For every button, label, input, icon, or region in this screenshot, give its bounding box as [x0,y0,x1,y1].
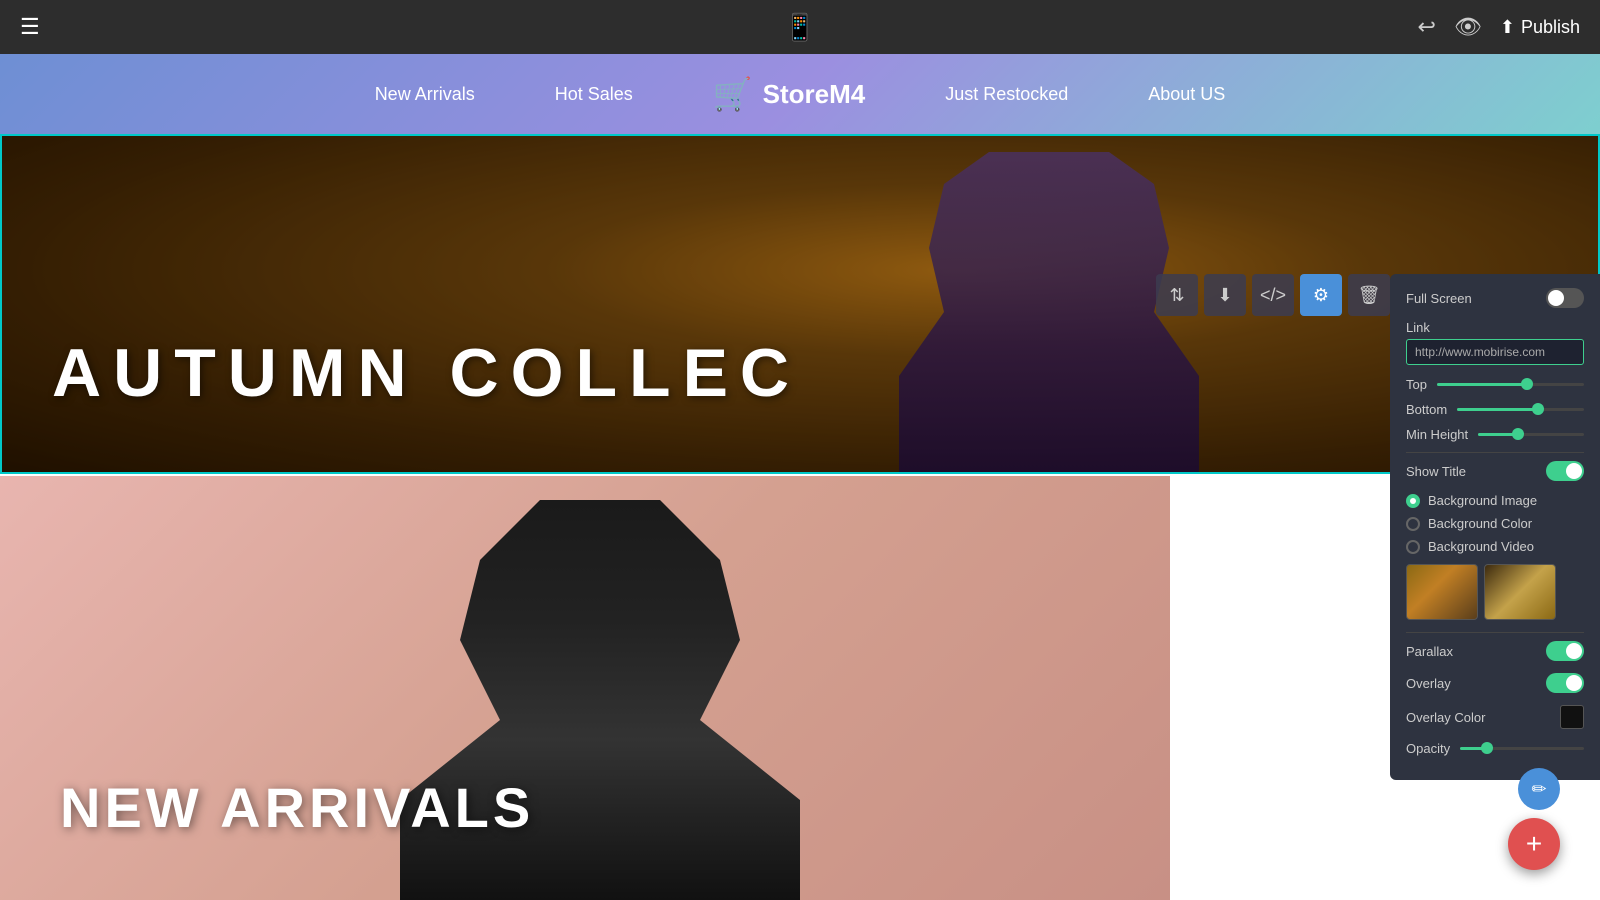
min-height-slider-fill [1478,433,1515,436]
divider-2 [1406,632,1584,633]
top-slider-thumb [1521,378,1533,390]
fullscreen-toggle-track [1546,288,1584,308]
fullscreen-label: Full Screen [1406,291,1472,306]
fullscreen-toggle-thumb [1548,290,1564,306]
fullscreen-toggle[interactable] [1546,288,1584,308]
nav-bar: New Arrivals Hot Sales 🛒 StoreM4 Just Re… [0,54,1600,134]
background-color-row[interactable]: Background Color [1406,516,1584,531]
bottom-row: Bottom [1406,402,1584,417]
top-slider-fill [1437,383,1525,386]
toolbar-right: ↩ 👁 ⬆ Publish [1417,14,1580,40]
fullscreen-row: Full Screen [1406,288,1584,308]
download-button[interactable]: ⬇ [1204,274,1246,316]
top-row: Top [1406,377,1584,392]
divider-1 [1406,452,1584,453]
top-label: Top [1406,377,1427,392]
background-image-radio[interactable] [1406,494,1420,508]
top-slider[interactable] [1437,383,1584,386]
link-label: Link [1406,320,1584,335]
background-image-row[interactable]: Background Image [1406,493,1584,508]
thumbnail-container [1406,564,1584,620]
background-image-label: Background Image [1428,493,1537,508]
background-video-label: Background Video [1428,539,1534,554]
background-video-radio[interactable] [1406,540,1420,554]
reorder-button[interactable]: ⇅ [1156,274,1198,316]
phone-device-icon[interactable]: 📱 [784,12,816,42]
background-video-row[interactable]: Background Video [1406,539,1584,554]
opacity-row: Opacity [1406,741,1584,756]
code-button[interactable]: </> [1252,274,1294,316]
min-height-slider[interactable] [1478,433,1584,436]
add-fab[interactable]: + [1508,818,1560,870]
thumbnail-2[interactable] [1484,564,1556,620]
delete-button[interactable]: 🗑 [1348,274,1390,316]
overlay-color-swatch[interactable] [1560,705,1584,729]
bottom-slider-thumb [1532,403,1544,415]
parallax-toggle[interactable] [1546,641,1584,661]
overlay-row: Overlay [1406,673,1584,693]
parallax-toggle-thumb [1566,643,1582,659]
overlay-toggle-thumb [1566,675,1582,691]
main-content: AUTUMN COLLEC ⇅ ⬇ </> ⚙ 🗑 NEW ARRIVALS F… [0,134,1600,900]
show-title-toggle-thumb [1566,463,1582,479]
undo-icon[interactable]: ↩ [1417,14,1435,40]
opacity-slider[interactable] [1460,747,1584,750]
min-height-row: Min Height [1406,427,1584,442]
opacity-slider-thumb [1481,742,1493,754]
top-toolbar: ☰ 📱 ↩ 👁 ⬆ Publish [0,0,1600,54]
min-height-slider-thumb [1512,428,1524,440]
nav-item-about-us[interactable]: About US [1148,84,1225,105]
toolbar-center: 📱 [784,12,816,43]
hero-title: AUTUMN COLLEC [52,334,801,412]
settings-button[interactable]: ⚙ [1300,274,1342,316]
overlay-toggle[interactable] [1546,673,1584,693]
overlay-color-row: Overlay Color [1406,705,1584,729]
edit-fab[interactable]: ✏ [1518,768,1560,810]
cart-icon: 🛒 [713,75,753,113]
background-color-label: Background Color [1428,516,1532,531]
nav-item-just-restocked[interactable]: Just Restocked [945,84,1068,105]
hero-person-silhouette [899,152,1199,472]
edit-pencil-icon: ✏ [1531,779,1546,800]
parallax-row: Parallax [1406,641,1584,661]
bottom-label: Bottom [1406,402,1447,417]
show-title-toggle[interactable] [1546,461,1584,481]
add-plus-icon: + [1526,828,1542,860]
show-title-row: Show Title [1406,461,1584,481]
nav-item-hot-sales[interactable]: Hot Sales [555,84,633,105]
parallax-toggle-track [1546,641,1584,661]
new-arrivals-title: NEW ARRIVALS [60,775,534,840]
section-toolbar: ⇅ ⬇ </> ⚙ 🗑 [1156,274,1390,316]
parallax-label: Parallax [1406,644,1453,659]
hamburger-icon[interactable]: ☰ [20,14,40,40]
lower-section: NEW ARRIVALS [0,476,1170,900]
toolbar-left: ☰ [20,14,40,40]
publish-label: Publish [1521,17,1580,38]
link-input[interactable] [1406,339,1584,365]
overlay-label: Overlay [1406,676,1451,691]
overlay-color-label: Overlay Color [1406,710,1485,725]
opacity-label: Opacity [1406,741,1450,756]
show-title-toggle-track [1546,461,1584,481]
min-height-label: Min Height [1406,427,1468,442]
bottom-slider[interactable] [1457,408,1584,411]
overlay-toggle-track [1546,673,1584,693]
publish-arrow-icon: ⬆ [1500,17,1515,38]
settings-panel: Full Screen Link Top Bottom [1390,274,1600,780]
logo-text: StoreM4 [763,79,866,110]
publish-button[interactable]: ⬆ Publish [1500,17,1580,38]
preview-icon[interactable]: 👁 [1454,14,1482,40]
nav-logo[interactable]: 🛒 StoreM4 [713,75,865,113]
thumbnail-1[interactable] [1406,564,1478,620]
background-color-radio[interactable] [1406,517,1420,531]
show-title-label: Show Title [1406,464,1466,479]
bottom-slider-fill [1457,408,1536,411]
nav-item-new-arrivals[interactable]: New Arrivals [375,84,475,105]
